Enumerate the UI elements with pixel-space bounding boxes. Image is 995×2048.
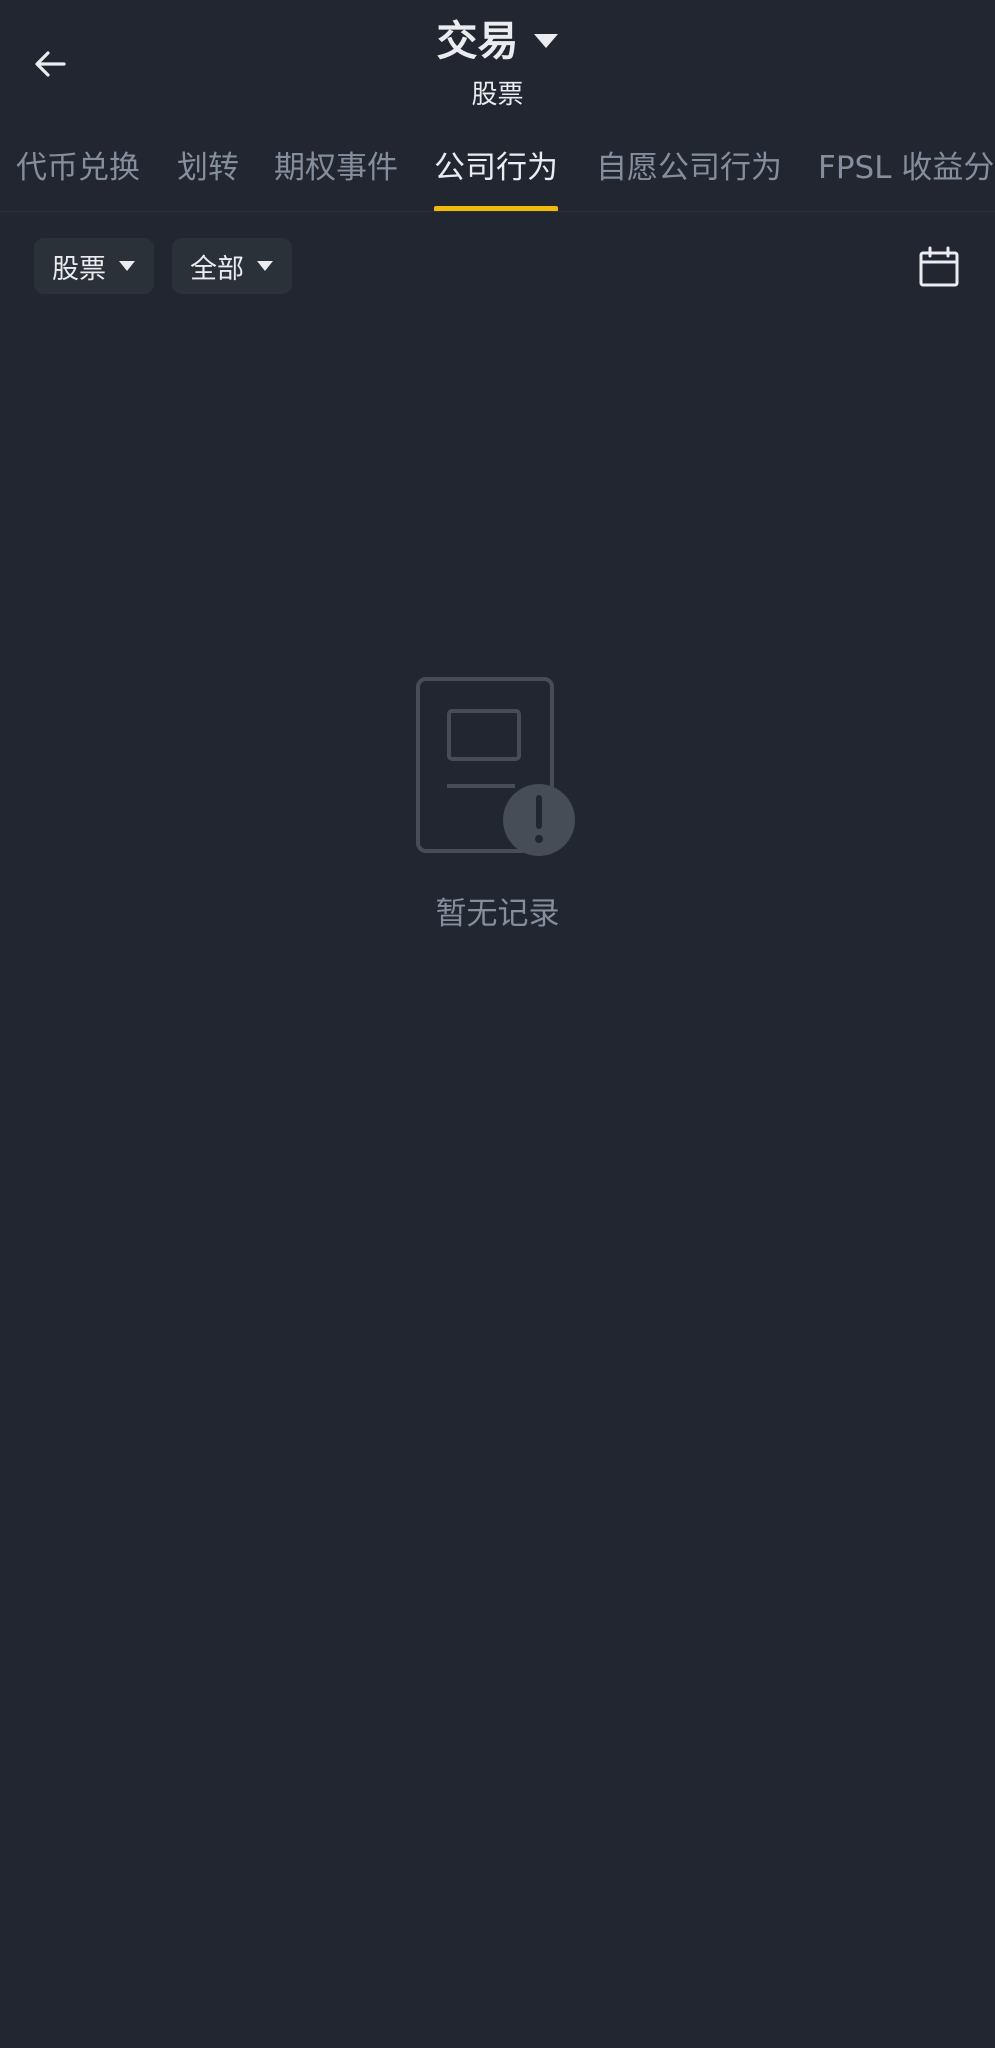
tab-label: 划转 (177, 150, 239, 186)
title-dropdown[interactable]: 交易 (437, 14, 559, 68)
tab-corporate-actions[interactable]: 公司行为 (434, 140, 558, 211)
tab-label: 代币兑换 (16, 150, 140, 186)
active-tab-indicator (434, 206, 558, 211)
tab-label: 公司行为 (434, 150, 558, 186)
status-filter[interactable]: 全部 (172, 238, 292, 294)
tab-fpsl-earnings[interactable]: FPSL 收益分 (818, 140, 995, 211)
tab-transfer[interactable]: 划转 (177, 140, 239, 211)
tab-label: 期权事件 (274, 150, 398, 186)
empty-message: 暂无记录 (435, 896, 560, 932)
asset-type-filter-label: 股票 (52, 253, 106, 285)
caret-down-icon (119, 261, 135, 271)
empty-record-icon (416, 677, 575, 856)
filter-bar: 股票 全部 (0, 238, 995, 294)
tab-bar: 代币兑换 划转 期权事件 公司行为 自愿公司行为 FPSL 收益分 (0, 140, 995, 212)
tab-token-swap[interactable]: 代币兑换 (16, 140, 140, 211)
title-area: 交易 股票 (0, 14, 995, 110)
status-filter-label: 全部 (190, 253, 244, 285)
page-subtitle: 股票 (471, 80, 524, 110)
caret-down-icon (257, 261, 273, 271)
caret-down-icon (533, 34, 558, 48)
page-title: 交易 (436, 17, 519, 65)
asset-type-filter[interactable]: 股票 (34, 238, 154, 294)
tab-label: FPSL 收益分 (818, 150, 995, 186)
calendar-icon (919, 246, 959, 287)
tab-voluntary-corporate-actions[interactable]: 自愿公司行为 (596, 140, 782, 211)
empty-state: 暂无记录 (0, 676, 995, 933)
tab-label: 自愿公司行为 (596, 150, 782, 186)
top-bar: 交易 股票 (0, 0, 995, 120)
tab-options-events[interactable]: 期权事件 (274, 140, 398, 211)
date-filter-button[interactable] (915, 244, 963, 292)
